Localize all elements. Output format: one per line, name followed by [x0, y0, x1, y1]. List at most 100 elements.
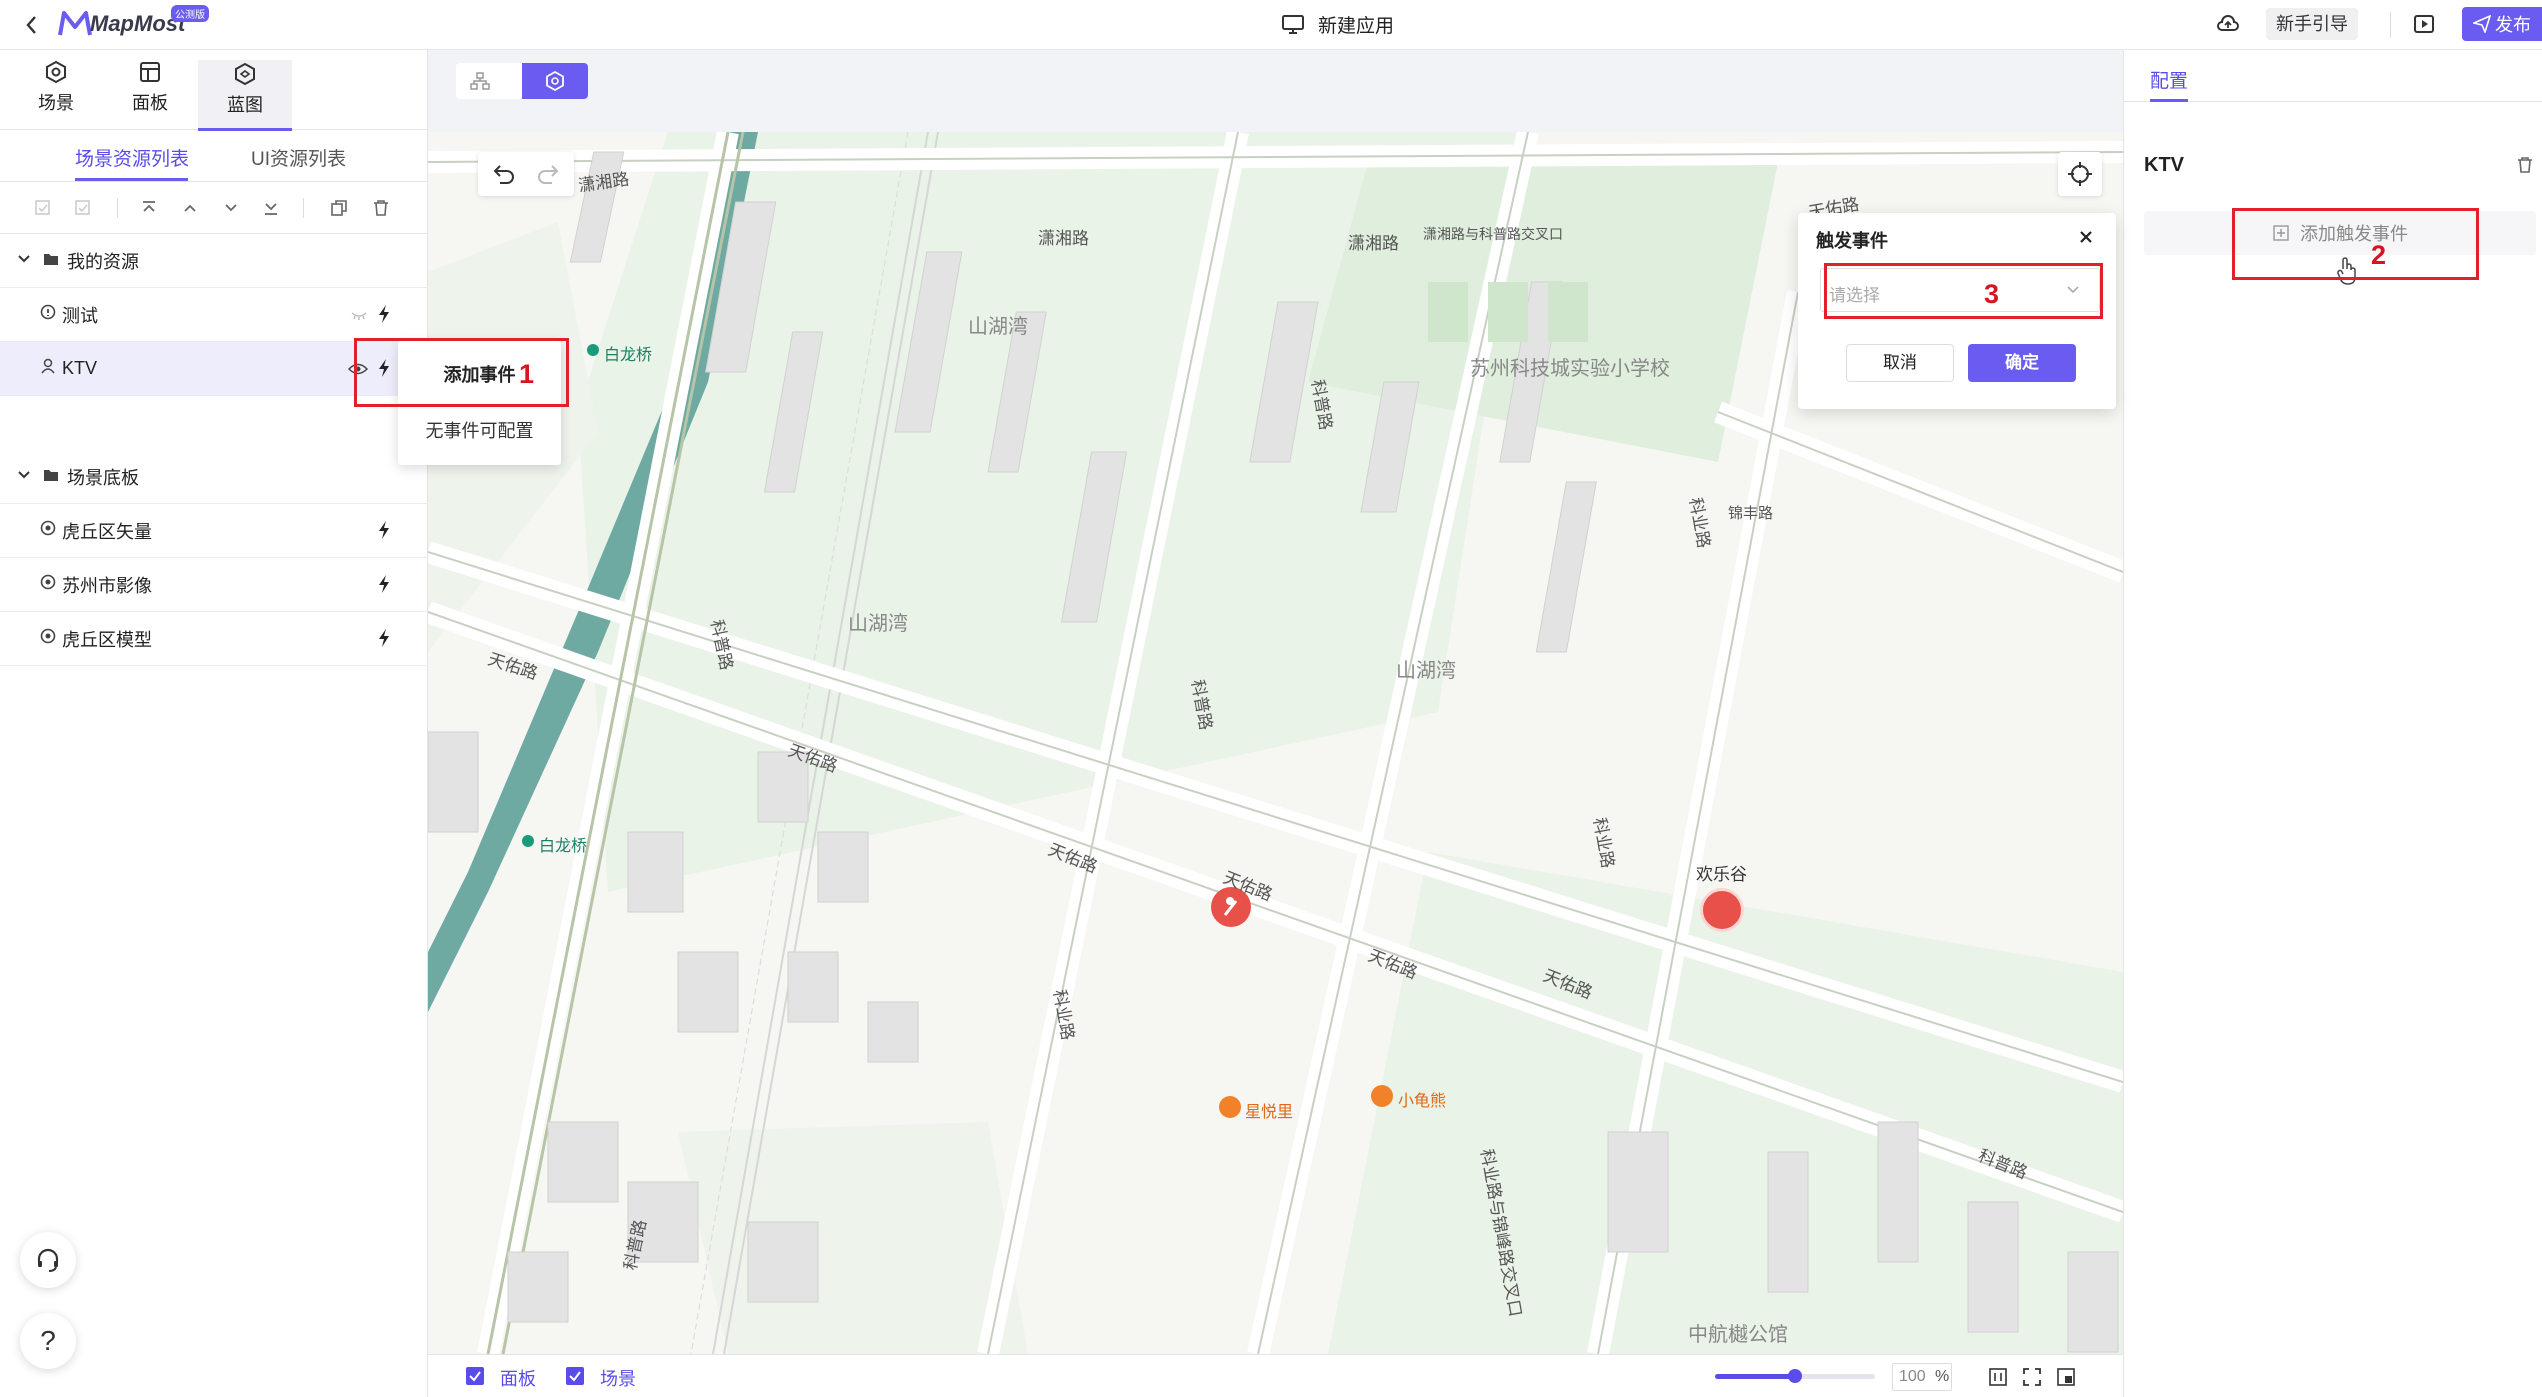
map-road-label: 潇湘路: [1348, 234, 1399, 253]
confirm-button[interactable]: 确定: [1968, 344, 2076, 382]
tab-indicator: [2150, 99, 2188, 102]
dialog-title: 触发事件: [1816, 231, 1888, 251]
canvas-bottom-bar: 面板 场景 100 %: [428, 1354, 2123, 1397]
tab-config[interactable]: 配置: [2150, 66, 2188, 93]
support-button[interactable]: [20, 1232, 76, 1288]
tree-item-test[interactable]: 测试: [0, 288, 428, 342]
zoom-slider-fill: [1715, 1374, 1795, 1379]
send-icon: [2473, 15, 2491, 33]
map-area-label: 山湖湾: [1396, 660, 1456, 682]
move-down-icon[interactable]: [222, 199, 240, 222]
annotation-box-2: [2232, 208, 2479, 280]
headset-icon: [37, 1248, 59, 1272]
blueprint-icon: [546, 71, 564, 91]
tab-scene-resources[interactable]: 场景资源列表: [75, 144, 189, 171]
panel-checkbox[interactable]: [466, 1367, 484, 1385]
move-top-icon[interactable]: [140, 199, 158, 222]
zoom-slider-thumb[interactable]: [1788, 1369, 1802, 1383]
folder-icon: [43, 250, 59, 271]
map-poi-label: 欢乐谷: [1696, 865, 1747, 884]
chevron-down-icon: [17, 250, 31, 271]
event-bolt-icon[interactable]: [377, 628, 391, 653]
event-bolt-icon[interactable]: [377, 520, 391, 545]
tree-group-my-resources[interactable]: 我的资源: [0, 234, 428, 288]
map-poi-label: 白龙桥: [604, 347, 653, 364]
minimap-icon[interactable]: [2056, 1367, 2076, 1392]
separator: [303, 198, 304, 218]
canvas-toolbar: [456, 63, 588, 99]
annotation-number-3: 3: [1984, 279, 2000, 309]
undo-icon[interactable]: [492, 162, 516, 191]
event-bolt-icon[interactable]: [377, 304, 391, 329]
right-panel: 配置 KTV 添加触发事件 2: [2123, 50, 2542, 1397]
menu-item-no-event: 无事件可配置: [425, 421, 534, 441]
close-icon[interactable]: [2078, 229, 2094, 250]
tab-ui-resources[interactable]: UI资源列表: [251, 144, 346, 171]
zoom-slider[interactable]: [1715, 1369, 1875, 1383]
map-poi-label: 小龟熊: [1398, 1093, 1447, 1110]
user-icon: [40, 358, 56, 379]
map-area-label: 山湖湾: [968, 316, 1028, 338]
delete-icon[interactable]: [372, 199, 390, 222]
locate-button[interactable]: [2058, 152, 2102, 196]
tree-item-huqiu-vector[interactable]: 虎丘区矢量: [0, 504, 428, 558]
annotation-box-1: [354, 338, 569, 407]
blueprint-mode-button[interactable]: [522, 63, 588, 99]
map-poi-label: 白龙桥: [539, 838, 588, 855]
tab-blueprint[interactable]: 蓝图: [198, 60, 292, 131]
panel-icon: [140, 62, 160, 82]
blueprint-icon: [235, 62, 255, 86]
map-road-label: 潇湘路与科普路交叉口: [1423, 226, 1563, 242]
hierarchy-icon[interactable]: [470, 71, 490, 96]
tree-item-huqiu-model[interactable]: 虎丘区模型: [0, 612, 428, 666]
preview-play-icon[interactable]: [2412, 12, 2436, 41]
layer-icon: [40, 628, 56, 649]
check-all-icon[interactable]: [34, 199, 52, 222]
fullscreen-icon[interactable]: [2022, 1367, 2042, 1392]
tab-scene[interactable]: 场景: [28, 60, 84, 115]
app-logo: MapMost: [58, 6, 185, 42]
guide-button[interactable]: 新手引导: [2266, 8, 2358, 40]
help-button[interactable]: ?: [20, 1313, 76, 1369]
move-up-icon[interactable]: [181, 199, 199, 222]
annotation-number-2: 2: [2371, 240, 2387, 270]
fit-width-icon[interactable]: [1988, 1367, 2008, 1392]
redo-icon[interactable]: [536, 162, 560, 191]
ktv-marker[interactable]: [1700, 888, 1744, 932]
question-icon: ?: [40, 1325, 56, 1356]
cancel-button[interactable]: 取消: [1846, 344, 1954, 382]
tab-panel[interactable]: 面板: [122, 60, 178, 115]
beta-badge: 公测版: [171, 5, 209, 22]
top-bar: MapMost 公测版 新建应用 新手引导 发布: [0, 0, 2542, 50]
layer-icon: [40, 574, 56, 595]
map-area-label: 中航樾公馆: [1688, 1324, 1788, 1346]
folder-icon: [43, 466, 59, 487]
right-tabbar: 配置: [2124, 50, 2542, 102]
map-area-label: 山湖湾: [848, 613, 908, 635]
tab-indicator: [75, 178, 188, 181]
cloud-save-icon[interactable]: [2216, 12, 2240, 41]
annotation-box-3: [1824, 263, 2103, 319]
publish-button[interactable]: 发布: [2462, 7, 2542, 41]
delete-icon[interactable]: [2516, 156, 2534, 179]
logo-mark-icon: [58, 11, 92, 36]
info-icon: [40, 304, 56, 325]
tree-toolbar: [0, 182, 428, 234]
tree-group-scene-base[interactable]: 场景底板: [0, 450, 428, 504]
tree-item-suzhou-image[interactable]: 苏州市影像: [0, 558, 428, 612]
check-icon[interactable]: [74, 199, 92, 222]
scene-checkbox[interactable]: [566, 1367, 584, 1385]
event-bolt-icon[interactable]: [377, 574, 391, 599]
move-bottom-icon[interactable]: [262, 199, 280, 222]
scene-checkbox-label: 场景: [600, 1369, 636, 1389]
canvas-area: 潇湘路 潇湘路 潇湘路 潇湘路与科普路交叉口 天佑路 天佑路 天佑路 天佑路 天…: [428, 50, 2123, 1397]
copy-icon[interactable]: [330, 199, 348, 222]
separator: [117, 198, 118, 218]
map-poi-label: 星悦里: [1245, 1104, 1294, 1121]
map-road-label: 锦丰路: [1728, 505, 1774, 522]
map-area-label: 苏州科技城实验小学校: [1470, 358, 1670, 380]
left-tabbar: 场景 面板 蓝图: [0, 50, 428, 131]
back-arrow-icon[interactable]: [22, 12, 42, 38]
zoom-input[interactable]: 100 %: [1892, 1363, 1952, 1391]
hidden-eye-icon[interactable]: [350, 306, 368, 327]
